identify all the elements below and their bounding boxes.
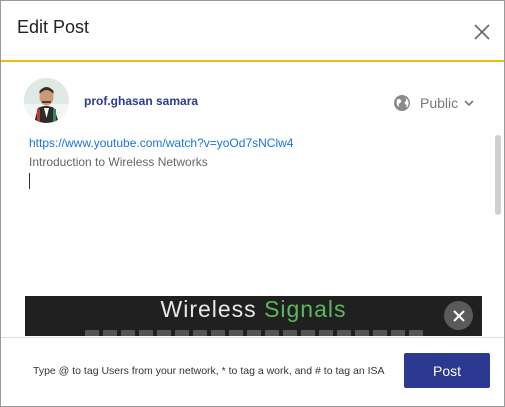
close-icon [452,309,465,322]
author-name[interactable]: prof.ghasan samara [84,94,198,108]
close-button[interactable] [471,21,493,43]
preview-title-part1: Wireless [160,296,265,322]
dialog-footer: Type @ to tag Users from your network, *… [1,337,504,406]
avatar [24,78,69,123]
dialog-header: Edit Post [1,1,504,62]
preview-title: Wireless Signals [25,296,482,323]
tagging-hint: Type @ to tag Users from your network, *… [33,365,385,377]
video-link[interactable]: https://www.youtube.com/watch?v=yoOd7sNC… [29,136,293,150]
privacy-selector[interactable]: Public [393,93,475,113]
preview-subtitle [85,330,425,336]
text-cursor [29,173,30,189]
chevron-down-icon [464,100,474,107]
editor-scrollbar[interactable] [495,135,501,215]
post-editor[interactable]: https://www.youtube.com/watch?v=yoOd7sNC… [1,129,504,336]
dialog-title: Edit Post [17,17,90,37]
preview-title-part2: Signals [264,296,347,322]
privacy-label: Public [420,95,459,111]
link-preview[interactable]: Wireless Signals [25,296,482,336]
globe-icon [394,95,410,111]
author-row: prof.ghasan samara Public [1,75,504,127]
post-button[interactable]: Post [404,353,490,388]
remove-preview-button[interactable] [444,301,473,330]
close-icon [474,24,490,40]
edit-post-dialog: Edit Post prof.ghasan samara Public http… [0,0,505,407]
post-description: Introduction to Wireless Networks [29,155,208,169]
